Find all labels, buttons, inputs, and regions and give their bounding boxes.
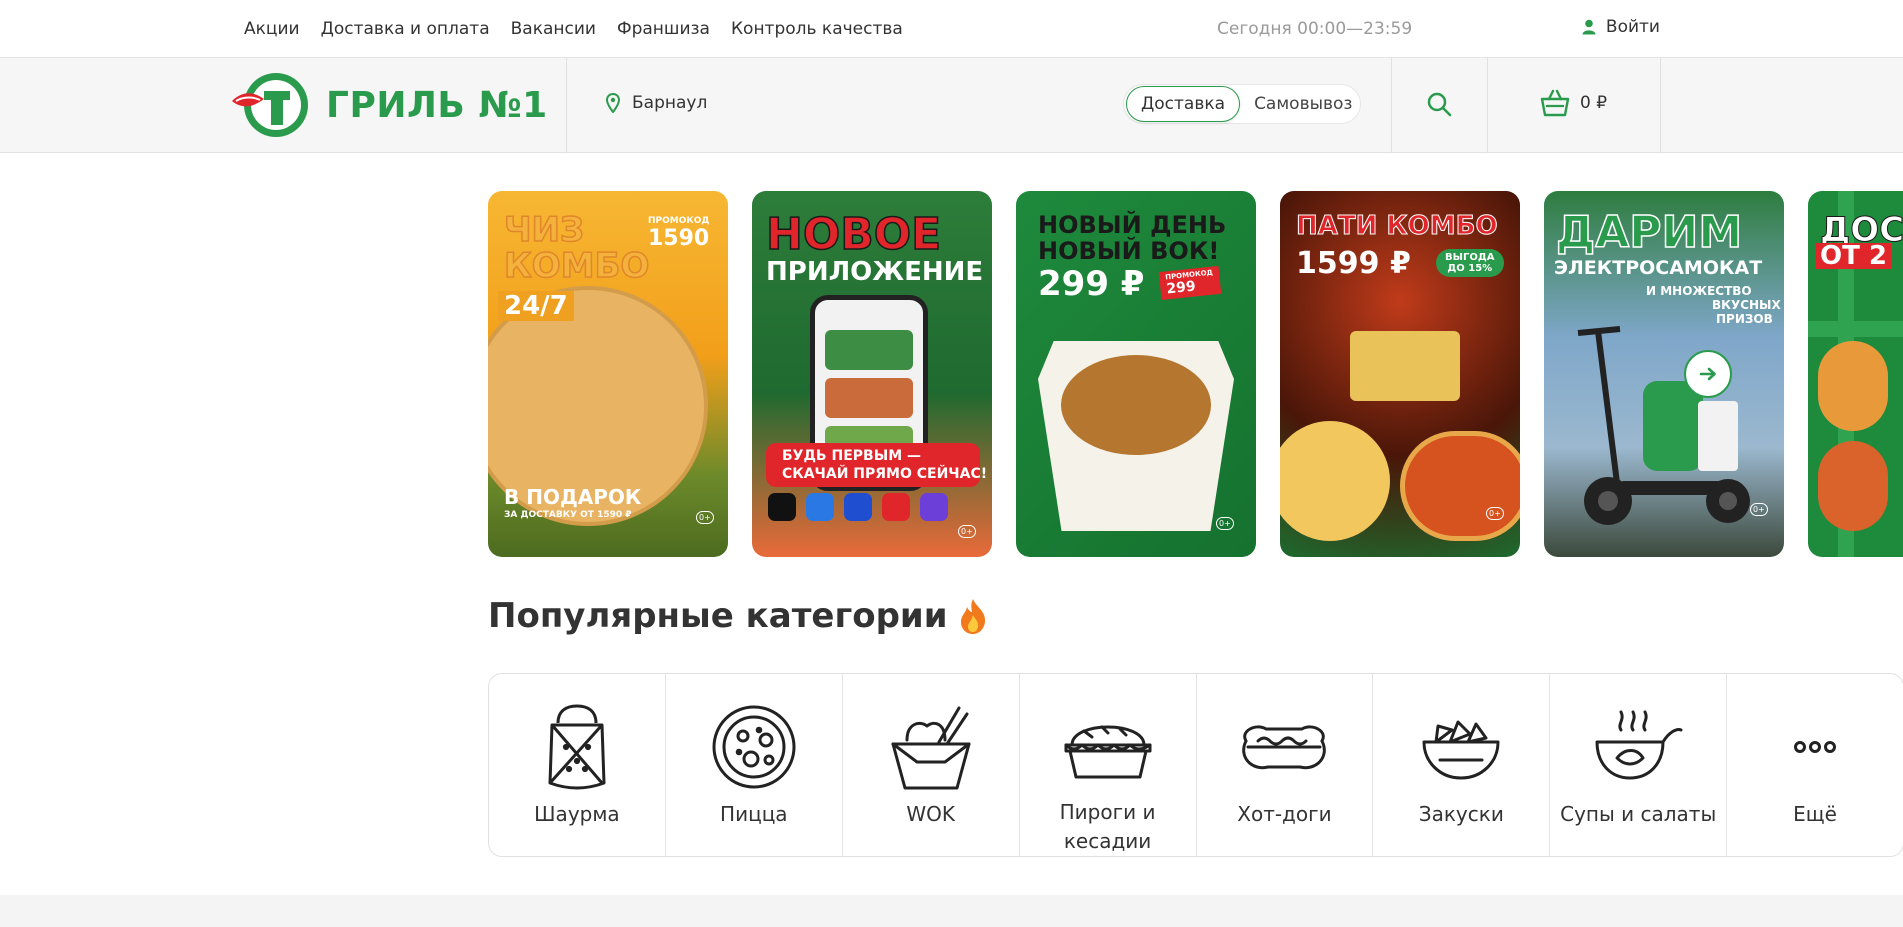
- banner-subtitle: ВКУСНЫХ: [1712, 298, 1781, 312]
- banner-title: НОВОЕ: [765, 209, 942, 260]
- category-wok[interactable]: WOK: [843, 674, 1020, 856]
- category-hotdogs[interactable]: Хот-доги: [1197, 674, 1374, 856]
- banner-title: ДАРИМ: [1555, 207, 1743, 258]
- banner-promo-code: 299: [1165, 278, 1197, 298]
- banner-bottom-subtext: СКАЧАЙ ПРЯМО СЕЙЧАС!: [782, 466, 988, 482]
- banner-title: ОТ 2: [1816, 243, 1891, 269]
- category-label: Супы и салаты: [1560, 802, 1717, 826]
- category-shawarma[interactable]: Шаурма: [489, 674, 666, 856]
- category-snacks[interactable]: Закуски: [1373, 674, 1551, 856]
- banner-title: ПАТИ КОМБО: [1296, 211, 1499, 241]
- discount-badge: ВЫГОДА ДО 15%: [1436, 249, 1504, 277]
- age-rating: 0+: [1216, 517, 1234, 530]
- banner-title: ПРИЛОЖЕНИЕ: [766, 257, 984, 287]
- more-icon: [1794, 741, 1837, 753]
- nav-link-delivery[interactable]: Доставка и оплата: [321, 19, 490, 39]
- category-label: Пироги и кесадии: [1059, 800, 1156, 853]
- categories-grid: Шаурма Пицца WOK Пироги и кесадии Хот-до…: [488, 673, 1903, 857]
- category-label: Закуски: [1418, 802, 1504, 826]
- banner-price: 1599 ₽: [1296, 246, 1411, 281]
- age-rating: 0+: [958, 525, 976, 538]
- banner-subtitle: И МНОЖЕСТВО: [1646, 284, 1752, 298]
- category-label: Шаурма: [534, 802, 620, 826]
- banner-stripe: [1808, 321, 1903, 337]
- category-label: Ещё: [1793, 802, 1837, 826]
- pizza-icon: [712, 705, 796, 789]
- carousel-next-button[interactable]: [1684, 350, 1732, 398]
- soup-icon: [1595, 710, 1683, 780]
- footer-strip: [0, 895, 1903, 927]
- banner-promo-label: ПРОМОКОД: [648, 216, 710, 226]
- shawarma-icon: [548, 704, 606, 790]
- banner-title: КОМБО: [503, 246, 650, 286]
- category-soups-salads[interactable]: Супы и салаты: [1550, 674, 1728, 856]
- banner-promo-code: 1590: [648, 226, 710, 251]
- rustore-icon: [844, 493, 872, 521]
- fire-icon: [960, 599, 985, 634]
- promo-banner[interactable]: НОВОЕ ПРИЛОЖЕНИЕ БУДЬ ПЕРВЫМ — СКАЧАЙ ПР…: [752, 191, 992, 557]
- fries-image: [1350, 331, 1460, 401]
- nav-link-promotions[interactable]: Акции: [244, 19, 300, 39]
- banner-subtitle: 24/7: [498, 291, 574, 321]
- age-rating: 0+: [1486, 507, 1504, 520]
- discount-label: ВЫГОДА: [1445, 252, 1495, 263]
- arrow-right-icon: [1699, 367, 1716, 381]
- category-label: Хот-доги: [1237, 802, 1332, 826]
- hotdog-icon: [1242, 725, 1327, 770]
- banner-promo-badge: ПРОМОКОД 299: [1158, 265, 1222, 301]
- banner-title: НОВЫЙ ДЕНЬ: [1038, 211, 1227, 239]
- banner-title: ЧИЗ: [503, 210, 585, 250]
- banner-price: 299 ₽: [1038, 264, 1145, 304]
- galaxy-store-icon: [920, 493, 948, 521]
- store-icons: [768, 493, 948, 521]
- banner-title: ЭЛЕКТРОСАМОКАТ: [1554, 257, 1763, 279]
- banner-bottom-text: В ПОДАРОК: [504, 485, 642, 509]
- banner-bottom-subtext: ЗА ДОСТАВКУ ОТ 1590 ₽: [504, 510, 632, 520]
- wok-box-image: [1038, 341, 1234, 531]
- promo-banner[interactable]: ДАРИМ ЭЛЕКТРОСАМОКАТ И МНОЖЕСТВО ВКУСНЫХ…: [1544, 191, 1784, 557]
- pizza-image: [1818, 341, 1888, 431]
- popular-categories-title: Популярные категории: [488, 596, 988, 636]
- pizza-image: [1400, 431, 1520, 541]
- age-rating: 0+: [1750, 503, 1768, 516]
- promo-banner[interactable]: ПАТИ КОМБО 1599 ₽ ВЫГОДА ДО 15% 0+: [1280, 191, 1520, 557]
- promo-banner[interactable]: ЧИЗ КОМБО 24/7 ПРОМОКОД 1590 В ПОДАРОК З…: [488, 191, 728, 557]
- category-more[interactable]: Ещё: [1727, 674, 1903, 856]
- logo-icon: [232, 73, 308, 137]
- section-title-text: Популярные категории: [488, 596, 948, 636]
- snacks-icon: [1422, 720, 1500, 780]
- app-store-icon: [806, 493, 834, 521]
- category-pies[interactable]: Пироги и кесадии: [1020, 674, 1197, 856]
- category-pizza[interactable]: Пицца: [666, 674, 843, 856]
- age-rating: 0+: [696, 511, 714, 524]
- promo-banner[interactable]: НОВЫЙ ДЕНЬ НОВЫЙ ВОК! 299 ₽ ПРОМОКОД 299…: [1016, 191, 1256, 557]
- pizza-image: [1818, 441, 1888, 531]
- google-play-icon: [768, 493, 796, 521]
- banner-bottom-text: БУДЬ ПЕРВЫМ —: [782, 448, 922, 464]
- appgallery-icon: [882, 493, 910, 521]
- promo-banner[interactable]: ДОС ОТ 2: [1808, 191, 1903, 557]
- category-label: WOK: [906, 802, 955, 826]
- pizza-image: [1280, 421, 1390, 541]
- wok-icon: [891, 706, 971, 790]
- banner-title: НОВЫЙ ВОК!: [1038, 237, 1220, 265]
- category-label: Пицца: [720, 802, 788, 826]
- discount-value: ДО 15%: [1447, 263, 1493, 274]
- scooter-image: [1577, 326, 1750, 525]
- pie-icon: [1064, 725, 1152, 779]
